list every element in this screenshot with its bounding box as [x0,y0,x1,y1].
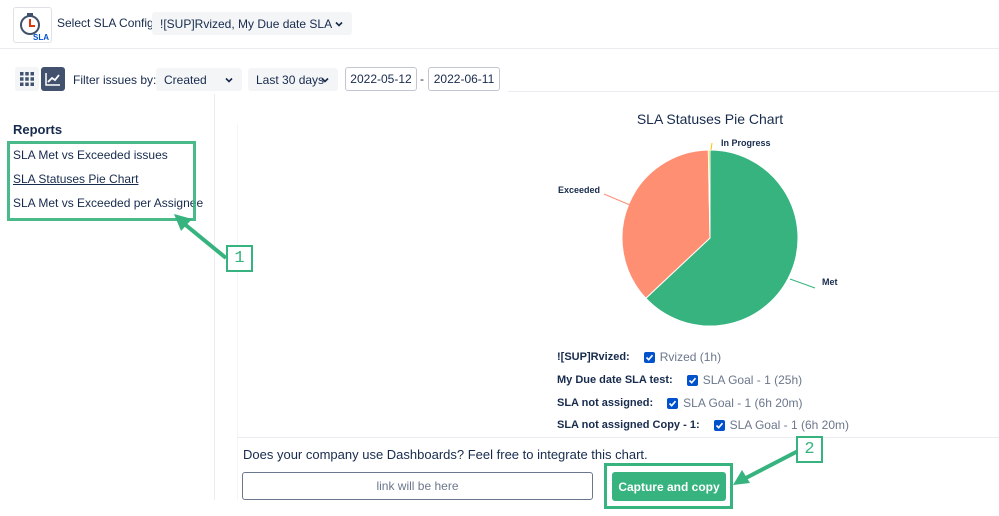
date-range-select[interactable]: Last 30 days [248,68,338,91]
chart-view-button[interactable] [41,67,65,91]
sla-config-select[interactable]: ![SUP]Rvized, My Due date SLA t... [152,12,352,35]
date-to-input[interactable]: 2022-06-11 [428,67,500,91]
dashboard-prompt: Does your company use Dashboards? Feel f… [243,447,648,462]
callout-number-1: 1 [226,245,253,272]
config-label: Select SLA Config [57,16,154,30]
pie-leader-line [789,278,816,289]
sla-config-row: SLA not assigned: SLA Goal - 1 (6h 20m) [557,396,803,410]
reports-title: Reports [13,122,63,137]
filter-divider [508,91,999,92]
sla-config-row: ![SUP]Rvized: Rvized (1h) [557,350,721,364]
sla-checkbox[interactable] [686,374,698,386]
sla-goal-label: SLA Goal - 1 (25h) [702,373,803,387]
sla-checkbox[interactable] [713,419,725,431]
sla-checkbox[interactable] [643,351,655,363]
capture-and-copy-button[interactable]: Capture and copy [612,472,726,501]
sla-checkbox[interactable] [667,397,679,409]
chevron-down-icon [321,77,329,83]
sla-config-name: My Due date SLA test: [557,374,673,386]
grid-icon [20,72,34,86]
content-divider [237,124,238,500]
date-separator: - [420,72,424,86]
pie-leader-line [603,193,631,206]
sla-config-row: My Due date SLA test: SLA Goal - 1 (25h) [557,373,802,387]
sla-goal-label: SLA Goal - 1 (6h 20m) [729,418,849,432]
filter-label: Filter issues by: [73,73,157,87]
chevron-down-icon [335,21,343,27]
dashboard-divider [237,437,999,438]
check-icon [688,377,696,384]
sla-config-row: SLA not assigned Copy - 1: SLA Goal - 1 … [557,418,849,432]
check-icon [715,422,723,429]
check-icon [645,354,653,361]
callout-number-2: 2 [796,436,823,463]
callout-arrow-1 [174,214,228,260]
line-chart-icon [45,73,60,86]
sla-config-name: ![SUP]Rvized: [557,351,630,363]
pie-label: Exceeded [558,185,600,195]
sla-config-name: SLA not assigned: [557,397,654,409]
sla-config-name: SLA not assigned Copy - 1: [557,419,700,431]
check-icon [669,400,677,407]
dashboard-link-field[interactable]: link will be here [242,472,593,500]
sidebar-divider [214,94,215,500]
filter-field-select[interactable]: Created [156,68,242,91]
sla-goal-label: SLA Goal - 1 (6h 20m) [683,396,803,410]
filter-field-value: Created [164,72,207,87]
chevron-down-icon [225,77,233,83]
grid-view-button[interactable] [15,67,39,91]
pie-chart: Met Exceeded In Progress [558,138,838,327]
sla-config-value: ![SUP]Rvized, My Due date SLA t... [160,16,335,31]
sla-goal-label: Rvized (1h) [659,350,722,364]
date-from-input[interactable]: 2022-05-12 [345,67,417,91]
date-range-value: Last 30 days [256,72,325,87]
header-divider [0,48,999,49]
chart-title: SLA Statuses Pie Chart [636,111,784,127]
highlight-box-reports [7,141,196,221]
callout-arrow-2 [733,448,801,485]
pie-leader-line [710,142,713,151]
logo-text: SLA [33,33,49,42]
pie-label: Met [822,277,838,287]
pie-label: In Progress [721,138,771,148]
app-logo: SLA [13,7,52,43]
